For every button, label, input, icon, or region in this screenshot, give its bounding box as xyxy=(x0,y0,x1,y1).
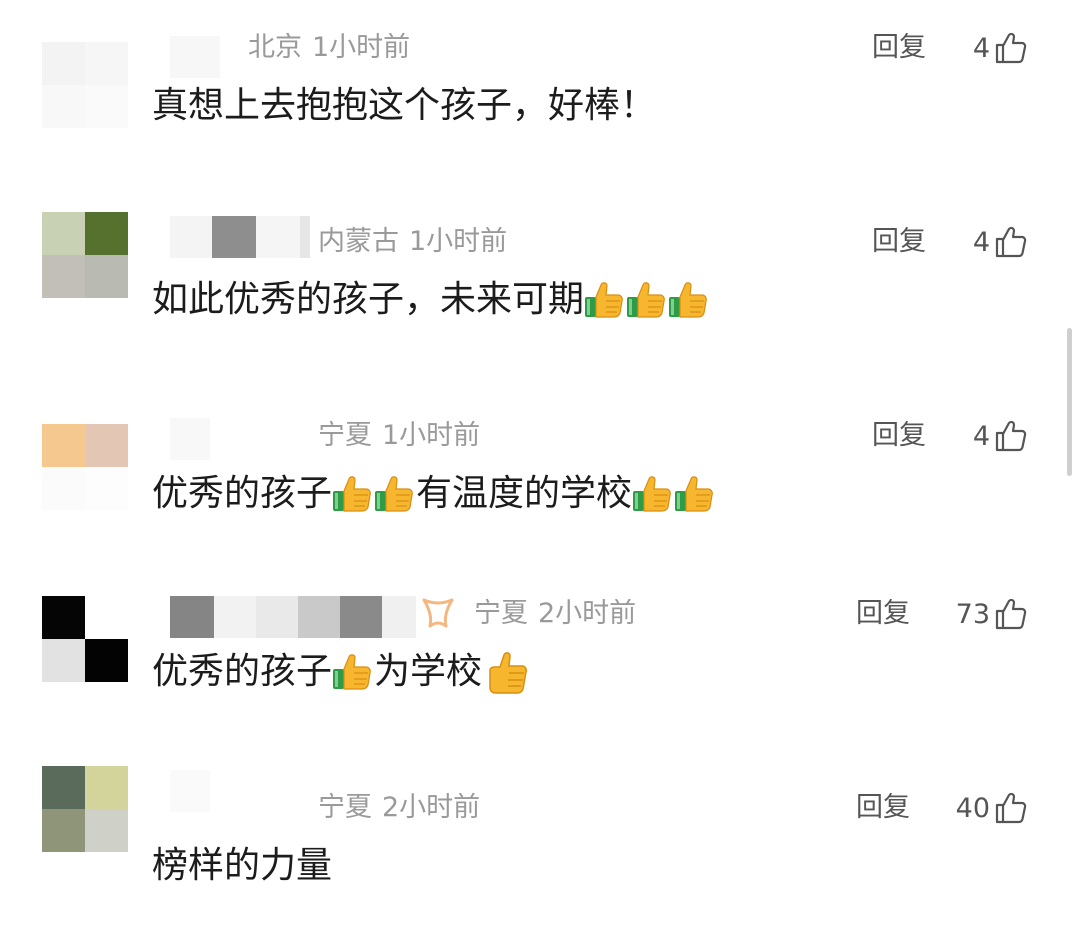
username-blurred[interactable] xyxy=(170,418,210,460)
timestamp: 2小时前 xyxy=(538,598,637,629)
thumbs-up-outline-icon xyxy=(994,419,1028,453)
reply-button[interactable]: 回复 xyxy=(872,416,926,456)
location-label: 宁夏 xyxy=(474,598,528,629)
reply-button[interactable]: 回复 xyxy=(872,222,926,262)
username-blurred[interactable] xyxy=(170,216,310,258)
location-label: 北京 xyxy=(248,32,302,63)
timestamp: 2小时前 xyxy=(382,792,481,823)
like-button[interactable]: 73 xyxy=(956,594,1028,634)
timestamp: 1小时前 xyxy=(312,32,411,63)
thumbs-up-emoji-icon xyxy=(374,473,416,515)
thumbs-up-emoji-icon xyxy=(674,473,716,515)
comment-text-segment: 榜样的力量 xyxy=(152,845,333,886)
username-blurred[interactable] xyxy=(170,36,220,78)
username-blurred[interactable] xyxy=(170,770,210,812)
like-button[interactable]: 4 xyxy=(973,28,1028,68)
location-label: 宁夏 xyxy=(318,420,372,451)
avatar[interactable] xyxy=(42,212,128,298)
reply-button[interactable]: 回复 xyxy=(856,788,910,828)
comment-text-segment: 优秀的孩子 xyxy=(152,473,333,514)
comment-text-segment: 如此优秀的孩子，未来可期 xyxy=(152,279,585,320)
scrollbar[interactable] xyxy=(1067,328,1072,476)
comment-text: 如此优秀的孩子，未来可期 xyxy=(152,274,710,326)
like-count: 4 xyxy=(972,420,990,452)
comment-text: 优秀的孩子 有温度的学校 xyxy=(152,468,716,520)
thumbs-up-emoji-icon xyxy=(668,279,710,321)
thumbs-up-outline-icon xyxy=(994,225,1028,259)
like-button[interactable]: 40 xyxy=(956,788,1028,828)
thumbs-up-emoji-icon xyxy=(632,473,674,515)
avatar[interactable] xyxy=(42,42,128,128)
thumbs-up-emoji-icon xyxy=(584,279,626,321)
comment-text-segment: 有温度的学校 xyxy=(416,473,633,514)
comment-meta: 宁夏 2小时前 xyxy=(318,788,480,828)
thumbs-up-outline-icon xyxy=(994,791,1028,825)
thumbs-up-outline-icon xyxy=(994,597,1028,631)
location-label: 宁夏 xyxy=(318,792,372,823)
like-count: 4 xyxy=(972,226,990,258)
thumbs-up-outline-icon xyxy=(994,31,1028,65)
comment-text: 优秀的孩子 为学校 xyxy=(152,646,532,698)
comment-meta: 宁夏 1小时前 xyxy=(318,416,480,456)
like-count: 73 xyxy=(955,598,990,630)
avatar[interactable] xyxy=(42,766,128,852)
like-button[interactable]: 4 xyxy=(973,222,1028,262)
thumbs-up-emoji-icon xyxy=(626,279,668,321)
comment-text-segment: 优秀的孩子 xyxy=(152,651,333,692)
timestamp: 1小时前 xyxy=(382,420,481,451)
thumbs-up-emoji-icon xyxy=(332,651,374,693)
comment-meta: 北京 1小时前 xyxy=(248,28,410,68)
reply-button[interactable]: 回复 xyxy=(856,594,910,634)
avatar[interactable] xyxy=(42,596,128,682)
comment-text: 榜样的力量 xyxy=(152,840,332,892)
like-count: 4 xyxy=(972,32,990,64)
crown-badge-icon xyxy=(422,598,454,628)
reply-button[interactable]: 回复 xyxy=(872,28,926,68)
comment-text-segment: 为学校 xyxy=(374,651,483,692)
thumbs-up-emoji-icon xyxy=(482,647,532,697)
username-blurred[interactable] xyxy=(170,596,416,638)
timestamp: 1小时前 xyxy=(409,226,508,257)
avatar[interactable] xyxy=(42,424,128,510)
comment-text-segment: 真想上去抱抱这个孩子，好棒！ xyxy=(152,85,657,126)
comment-text: 真想上去抱抱这个孩子，好棒！ xyxy=(152,80,656,132)
comment-meta: 内蒙古 1小时前 xyxy=(318,222,507,262)
comment-meta: 宁夏 2小时前 xyxy=(474,594,636,634)
like-count: 40 xyxy=(955,792,990,824)
thumbs-up-emoji-icon xyxy=(332,473,374,515)
like-button[interactable]: 4 xyxy=(973,416,1028,456)
location-label: 内蒙古 xyxy=(318,226,399,257)
